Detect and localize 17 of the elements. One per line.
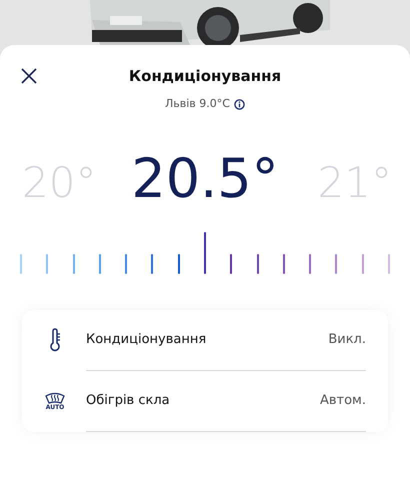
setting-value[interactable]: Викл. xyxy=(328,330,366,350)
scale-tick[interactable] xyxy=(178,254,180,274)
selected-temperature: 20.5° xyxy=(131,146,279,210)
scale-tick[interactable] xyxy=(256,254,259,274)
sheet-title: Кондиціонування xyxy=(128,66,282,87)
scale-tick[interactable] xyxy=(204,232,206,274)
setting-label: Кондиціонування xyxy=(86,331,208,350)
setting-value[interactable]: Автом. xyxy=(320,391,366,411)
thermometer-icon xyxy=(49,328,61,352)
info-icon[interactable] xyxy=(234,98,245,110)
scale-tick[interactable] xyxy=(151,254,154,274)
setting-label: Обігрів скла xyxy=(86,392,171,410)
scale-tick[interactable] xyxy=(230,254,232,274)
scale-tick[interactable] xyxy=(282,254,285,274)
scale-tick[interactable] xyxy=(309,254,312,274)
location-temperature: Львів 9.0°C xyxy=(165,96,230,112)
close-icon[interactable] xyxy=(21,68,37,84)
